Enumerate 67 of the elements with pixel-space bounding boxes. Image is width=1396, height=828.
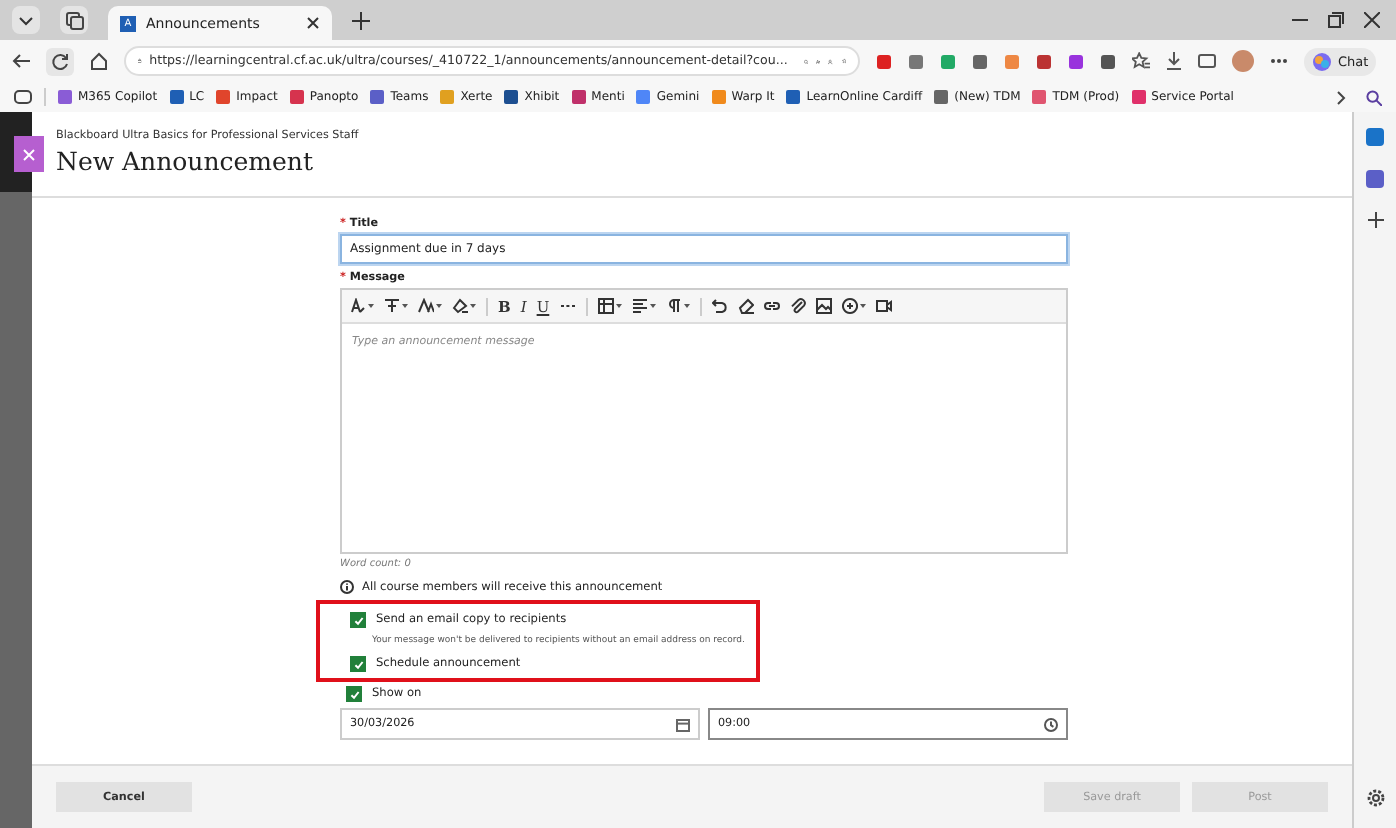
close-icon[interactable] [306, 16, 320, 30]
caret-icon [436, 304, 442, 308]
toolbar-button[interactable] [875, 298, 892, 314]
toolbar-button[interactable] [597, 298, 622, 314]
chevron-right-icon[interactable] [1336, 89, 1346, 105]
caret-icon [649, 304, 656, 308]
calendar-icon[interactable] [676, 717, 690, 731]
tool-icon [875, 298, 892, 314]
tool-icon [711, 298, 728, 314]
back-icon[interactable] [12, 52, 30, 70]
toolbar-button[interactable] [452, 298, 476, 314]
tool-icon [418, 298, 434, 314]
tool-icon [737, 298, 754, 314]
toolbar-button[interactable] [384, 298, 408, 314]
close-icon [22, 147, 36, 161]
copilot-icon [1312, 51, 1332, 71]
tool-icon [350, 298, 366, 314]
screenshot-icon[interactable] [1198, 53, 1216, 69]
checkbox[interactable] [346, 686, 362, 702]
tool-icon [815, 298, 832, 314]
toolbar-button[interactable] [841, 298, 866, 314]
download-icon[interactable] [1166, 52, 1182, 70]
teams-icon[interactable] [1366, 170, 1384, 188]
tool-icon [763, 298, 780, 314]
clock-icon[interactable] [1044, 717, 1058, 731]
profile-avatar[interactable] [1232, 50, 1254, 72]
toolbar-button[interactable] [631, 298, 656, 314]
toolbar-button[interactable] [789, 298, 806, 314]
caret-icon [402, 304, 408, 308]
toolbar-button[interactable] [350, 298, 374, 314]
tool-icon [631, 298, 648, 314]
checkbox[interactable] [350, 612, 366, 628]
tool-icon [597, 298, 614, 314]
add-icon[interactable] [1367, 212, 1383, 228]
home-icon[interactable] [90, 52, 108, 70]
caret-icon [470, 304, 476, 308]
close-button[interactable] [14, 136, 44, 172]
tool-icon [384, 298, 400, 314]
caret-icon [615, 304, 622, 308]
settings-icon[interactable] [1365, 788, 1385, 808]
toolbar-button[interactable] [665, 298, 690, 314]
caret-icon [683, 304, 690, 308]
search-icon[interactable] [1366, 89, 1382, 105]
tab-list-icon[interactable] [12, 6, 40, 34]
restore-icon[interactable] [1328, 12, 1344, 28]
close-icon[interactable] [1364, 12, 1380, 28]
tool-icon [665, 298, 682, 314]
toolbar-button[interactable] [737, 298, 754, 314]
more-icon[interactable] [1270, 58, 1288, 64]
tool-icon [841, 298, 858, 314]
toolbar-button[interactable] [763, 298, 780, 314]
refresh-icon[interactable] [46, 47, 74, 75]
info-icon [340, 580, 354, 594]
caret-icon [368, 304, 374, 308]
favorites-icon[interactable] [1132, 52, 1150, 70]
checkbox[interactable] [350, 656, 366, 672]
caret-icon [859, 304, 866, 308]
toolbar-button[interactable] [418, 298, 442, 314]
workspaces-icon[interactable] [60, 6, 88, 34]
tool-icon [452, 298, 468, 314]
tool-icon [789, 298, 806, 314]
page-title: New Announcement [56, 146, 315, 176]
toolbar-button[interactable] [815, 298, 832, 314]
reading-view-icon[interactable] [14, 90, 32, 104]
outlook-icon[interactable] [1366, 128, 1384, 146]
toolbar-button[interactable] [711, 298, 728, 314]
new-tab-icon[interactable] [352, 11, 370, 29]
